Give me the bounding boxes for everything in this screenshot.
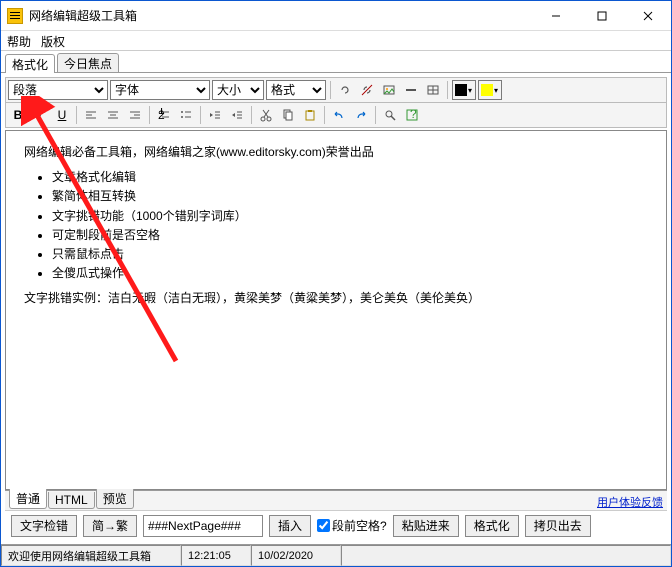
align-left-icon[interactable] — [81, 105, 101, 125]
space-before-checkbox-wrap[interactable]: 段前空格? — [317, 517, 387, 534]
unlink-icon[interactable] — [357, 80, 377, 100]
copy-icon[interactable] — [278, 105, 298, 125]
app-icon — [7, 8, 23, 24]
bold-button[interactable]: B — [8, 105, 28, 125]
list-item: 只需鼠标点击 — [52, 245, 648, 264]
undo-icon[interactable] — [329, 105, 349, 125]
table-icon[interactable] — [423, 80, 443, 100]
italic-button[interactable]: I — [30, 105, 50, 125]
status-time: 12:21:05 — [181, 545, 251, 566]
check-text-button[interactable]: 文字检错 — [11, 515, 77, 537]
status-spacer — [341, 545, 671, 566]
menu-help[interactable]: 帮助 — [7, 33, 31, 48]
list-item: 文章格式化编辑 — [52, 168, 648, 187]
nextpage-input[interactable] — [143, 515, 263, 537]
tab-normal[interactable]: 普通 — [9, 489, 47, 509]
bg-color-button[interactable]: ▾ — [478, 80, 502, 100]
title-bar: 网络编辑超级工具箱 — [1, 1, 671, 31]
insert-button[interactable]: 插入 — [269, 515, 311, 537]
editor-example: 文字挑错实例：洁白无暇（洁白无瑕），黄梁美梦（黄粱美梦），美仑美奂（美伦美奂） — [24, 289, 648, 308]
status-message: 欢迎使用网络编辑超级工具箱 — [1, 545, 181, 566]
font-combo[interactable]: 字体 — [110, 80, 210, 100]
toolbar-row-1: 段落 字体 大小 格式 ▾ ▾ — [5, 77, 667, 103]
menu-bar: 帮助 版权 — [1, 31, 671, 51]
cut-icon[interactable] — [256, 105, 276, 125]
paste-icon[interactable] — [300, 105, 320, 125]
close-button[interactable] — [625, 1, 671, 30]
feedback-link[interactable]: 用户体验反馈 — [597, 494, 663, 510]
paragraph-combo[interactable]: 段落 — [8, 80, 108, 100]
underline-button[interactable]: U — [52, 105, 72, 125]
hr-icon[interactable] — [401, 80, 421, 100]
space-before-checkbox[interactable] — [317, 519, 330, 532]
indent-icon[interactable] — [227, 105, 247, 125]
redo-icon[interactable] — [351, 105, 371, 125]
align-center-icon[interactable] — [103, 105, 123, 125]
editor-content: 网络编辑必备工具箱，网络编辑之家(www.editorsky.com)荣誉出品 … — [24, 143, 648, 309]
status-bar: 欢迎使用网络编辑超级工具箱 12:21:05 10/02/2020 — [1, 544, 671, 566]
image-icon[interactable] — [379, 80, 399, 100]
size-combo[interactable]: 大小 — [212, 80, 264, 100]
space-before-label: 段前空格? — [332, 517, 387, 534]
status-date: 10/02/2020 — [251, 545, 341, 566]
menu-copyright[interactable]: 版权 — [41, 33, 65, 48]
maximize-button[interactable] — [579, 1, 625, 30]
align-right-icon[interactable] — [125, 105, 145, 125]
editor-tab-bar: 普通 HTML 预览 用户体验反馈 — [5, 490, 667, 510]
feature-list: 文章格式化编辑 繁简体相互转换 文字挑错功能（1000个错别字词库） 可定制段前… — [52, 168, 648, 283]
tab-today[interactable]: 今日焦点 — [57, 53, 119, 72]
help-icon[interactable]: ? — [402, 105, 422, 125]
tab-preview[interactable]: 预览 — [96, 489, 134, 509]
simp-to-trad-button[interactable]: 简→繁 — [83, 515, 137, 537]
unordered-list-icon[interactable] — [176, 105, 196, 125]
svg-text:?: ? — [410, 108, 417, 121]
link-icon[interactable] — [335, 80, 355, 100]
format-button[interactable]: 格式化 — [465, 515, 519, 537]
action-bar: 文字检错 简→繁 插入 段前空格? 粘贴进来 格式化 拷贝出去 — [5, 510, 667, 540]
minimize-button[interactable] — [533, 1, 579, 30]
editor-intro: 网络编辑必备工具箱，网络编辑之家(www.editorsky.com)荣誉出品 — [24, 143, 648, 162]
toolbar-row-2: B I U 12 ? — [5, 103, 667, 128]
editor-area[interactable]: 网络编辑必备工具箱，网络编辑之家(www.editorsky.com)荣誉出品 … — [5, 130, 667, 490]
ordered-list-icon[interactable]: 12 — [154, 105, 174, 125]
text-color-button[interactable]: ▾ — [452, 80, 476, 100]
list-item: 文字挑错功能（1000个错别字词库） — [52, 207, 648, 226]
outdent-icon[interactable] — [205, 105, 225, 125]
main-tab-bar: 格式化 今日焦点 — [1, 51, 671, 73]
paste-in-button[interactable]: 粘贴进来 — [393, 515, 459, 537]
tab-format[interactable]: 格式化 — [5, 54, 55, 73]
list-item: 可定制段前是否空格 — [52, 226, 648, 245]
list-item: 繁简体相互转换 — [52, 187, 648, 206]
style-combo[interactable]: 格式 — [266, 80, 326, 100]
find-icon[interactable] — [380, 105, 400, 125]
copy-out-button[interactable]: 拷贝出去 — [525, 515, 591, 537]
svg-text:2: 2 — [158, 108, 165, 122]
tab-html[interactable]: HTML — [48, 492, 95, 509]
window-title: 网络编辑超级工具箱 — [29, 7, 533, 24]
list-item: 全傻瓜式操作 — [52, 264, 648, 283]
